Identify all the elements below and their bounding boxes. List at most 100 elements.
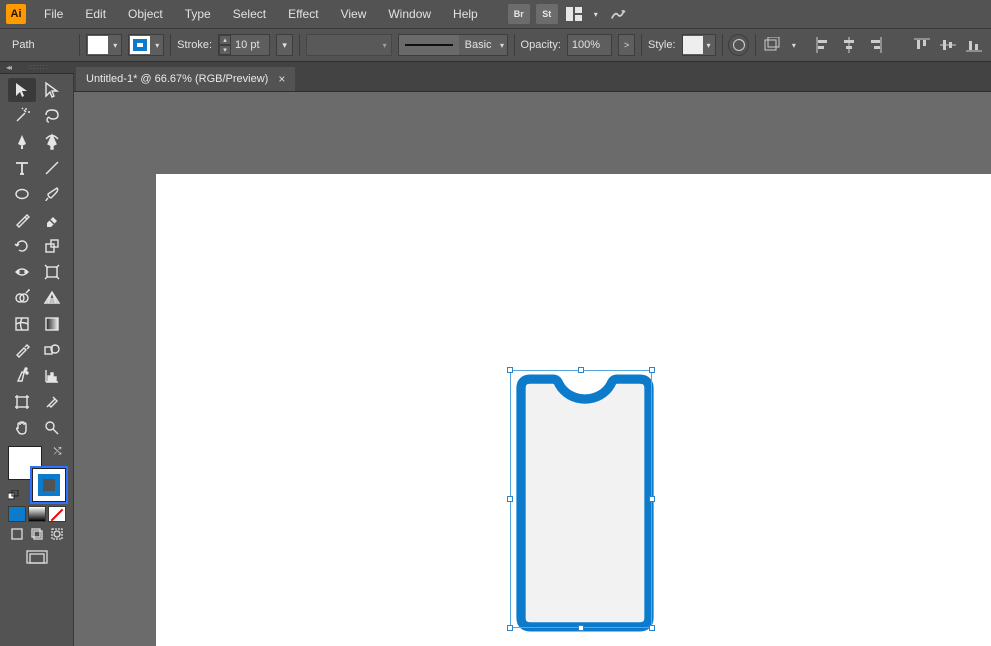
separator bbox=[170, 34, 171, 56]
canvas-area[interactable] bbox=[74, 92, 991, 646]
resize-handle-tl[interactable] bbox=[507, 367, 513, 373]
caret-up-icon[interactable]: ▴ bbox=[219, 35, 231, 45]
document-tab[interactable]: Untitled-1* @ 66.67% (RGB/Preview) × bbox=[76, 67, 295, 91]
menu-select[interactable]: Select bbox=[223, 4, 276, 24]
align-horizontal-group bbox=[812, 34, 886, 56]
draw-normal[interactable] bbox=[8, 526, 26, 542]
menu-view[interactable]: View bbox=[331, 4, 377, 24]
opacity-input[interactable]: 100% bbox=[567, 34, 612, 56]
column-graph-tool[interactable] bbox=[38, 364, 66, 388]
resize-handle-r[interactable] bbox=[649, 496, 655, 502]
stroke-box[interactable] bbox=[32, 468, 66, 502]
stroke-label[interactable]: Stroke: bbox=[177, 39, 212, 51]
artboard[interactable] bbox=[156, 174, 991, 646]
resize-handle-b[interactable] bbox=[578, 625, 584, 631]
align-top-button[interactable] bbox=[911, 34, 933, 56]
color-mode-solid[interactable] bbox=[8, 506, 26, 522]
perspective-grid-tool[interactable] bbox=[38, 286, 66, 310]
opacity-dropdown[interactable]: > bbox=[618, 34, 635, 56]
menu-object[interactable]: Object bbox=[118, 4, 173, 24]
paintbrush-tool[interactable] bbox=[38, 182, 66, 206]
chevron-down-icon: ▾ bbox=[151, 41, 163, 50]
brush-definition[interactable]: Basic ▾ bbox=[398, 34, 508, 56]
eyedropper-tool[interactable] bbox=[8, 338, 36, 362]
caret-down-icon[interactable]: ▾ bbox=[219, 45, 231, 55]
rotate-tool[interactable] bbox=[8, 234, 36, 258]
stock-button[interactable]: St bbox=[536, 4, 558, 24]
selection-tool[interactable] bbox=[8, 78, 36, 102]
separator bbox=[641, 34, 642, 56]
chevron-down-icon[interactable]: ▾ bbox=[788, 41, 799, 50]
width-tool[interactable] bbox=[8, 260, 36, 284]
stroke-weight-dropdown[interactable]: ▾ bbox=[276, 34, 293, 56]
color-mode-none[interactable] bbox=[48, 506, 66, 522]
align-bottom-button[interactable] bbox=[963, 34, 985, 56]
line-segment-tool[interactable] bbox=[38, 156, 66, 180]
gradient-tool[interactable] bbox=[38, 312, 66, 336]
shaper-tool[interactable] bbox=[8, 208, 36, 232]
hand-tool[interactable] bbox=[8, 416, 36, 440]
artboard-tool[interactable] bbox=[8, 390, 36, 414]
default-fill-stroke-icon[interactable] bbox=[8, 490, 20, 502]
variable-width-profile[interactable]: ▾ bbox=[306, 34, 392, 56]
stroke-weight-input[interactable]: ▴▾ 10 pt bbox=[218, 34, 270, 56]
separator bbox=[755, 34, 756, 56]
resize-handle-bl[interactable] bbox=[507, 625, 513, 631]
swap-fill-stroke-icon[interactable]: ⤭ bbox=[54, 446, 62, 457]
color-mode-row bbox=[8, 506, 66, 522]
blend-tool[interactable] bbox=[38, 338, 66, 362]
direct-selection-tool[interactable] bbox=[38, 78, 66, 102]
slice-tool[interactable] bbox=[38, 390, 66, 414]
stroke-color-picker[interactable]: ▾ bbox=[128, 34, 164, 56]
separator bbox=[514, 34, 515, 56]
chevron-down-icon: ▾ bbox=[703, 41, 715, 50]
draw-behind[interactable] bbox=[28, 526, 46, 542]
fill-color-picker[interactable]: ▾ bbox=[86, 34, 122, 56]
menu-window[interactable]: Window bbox=[378, 4, 441, 24]
free-transform-tool[interactable] bbox=[38, 260, 66, 284]
arrange-documents-button[interactable] bbox=[564, 5, 584, 23]
fill-stroke-control[interactable]: ⤭ bbox=[8, 446, 66, 502]
curvature-tool[interactable] bbox=[38, 130, 66, 154]
menu-effect[interactable]: Effect bbox=[278, 4, 328, 24]
close-icon[interactable]: × bbox=[278, 72, 285, 86]
resize-handle-l[interactable] bbox=[507, 496, 513, 502]
zoom-tool[interactable] bbox=[38, 416, 66, 440]
gpu-preview-button[interactable] bbox=[608, 5, 628, 23]
symbol-sprayer-tool[interactable] bbox=[8, 364, 36, 388]
align-hcenter-button[interactable] bbox=[838, 34, 860, 56]
opacity-label[interactable]: Opacity: bbox=[521, 39, 561, 51]
arrange-dropdown-icon[interactable]: ▾ bbox=[590, 10, 602, 19]
bridge-button[interactable]: Br bbox=[508, 4, 530, 24]
resize-handle-tr[interactable] bbox=[649, 367, 655, 373]
menu-edit[interactable]: Edit bbox=[75, 4, 116, 24]
menu-type[interactable]: Type bbox=[175, 4, 221, 24]
draw-inside[interactable] bbox=[48, 526, 66, 542]
type-tool[interactable] bbox=[8, 156, 36, 180]
menu-file[interactable]: File bbox=[34, 4, 73, 24]
lasso-tool[interactable] bbox=[38, 104, 66, 128]
pen-tool[interactable] bbox=[8, 130, 36, 154]
align-vcenter-button[interactable] bbox=[937, 34, 959, 56]
stroke-stepper[interactable]: ▴▾ bbox=[219, 35, 231, 55]
ellipse-tool[interactable] bbox=[8, 182, 36, 206]
screen-mode-button[interactable] bbox=[26, 550, 48, 569]
align-left-button[interactable] bbox=[812, 34, 834, 56]
mesh-tool[interactable] bbox=[8, 312, 36, 336]
align-right-button[interactable] bbox=[864, 34, 886, 56]
eraser-tool[interactable] bbox=[38, 208, 66, 232]
menu-help[interactable]: Help bbox=[443, 4, 488, 24]
align-to-button[interactable] bbox=[762, 34, 782, 56]
resize-handle-br[interactable] bbox=[649, 625, 655, 631]
toolbox-collapse-strip[interactable]: ◂◂ ::::::: bbox=[0, 62, 74, 74]
recolor-artwork-button[interactable] bbox=[728, 34, 749, 56]
resize-handle-t[interactable] bbox=[578, 367, 584, 373]
shape-builder-tool[interactable] bbox=[8, 286, 36, 310]
style-label[interactable]: Style: bbox=[648, 39, 676, 51]
graphic-style-picker[interactable]: ▾ bbox=[682, 34, 716, 56]
scale-tool[interactable] bbox=[38, 234, 66, 258]
color-mode-gradient[interactable] bbox=[28, 506, 46, 522]
magic-wand-tool[interactable] bbox=[8, 104, 36, 128]
brush-preview bbox=[399, 35, 459, 55]
selection-bounding-box[interactable] bbox=[510, 370, 652, 628]
